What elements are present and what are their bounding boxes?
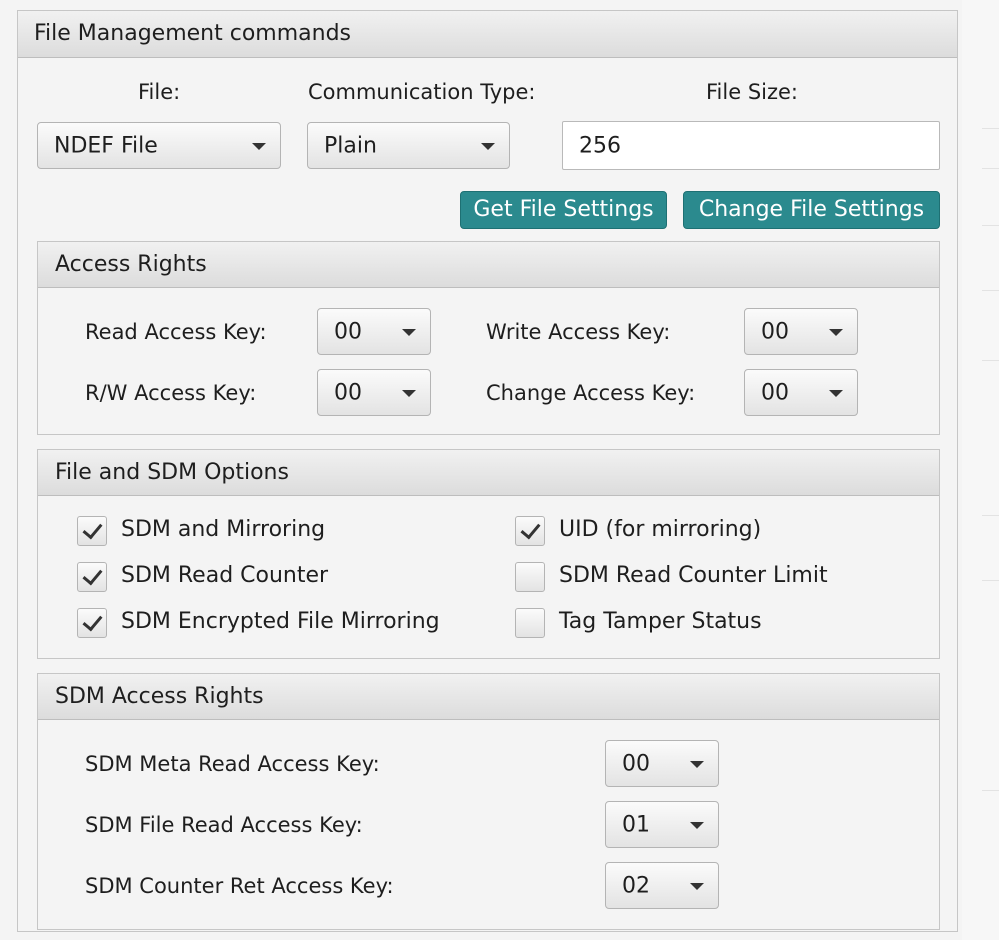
communication-type-select[interactable]: Plain: [307, 122, 510, 169]
read-access-key-select[interactable]: 00: [317, 308, 431, 355]
file-size-value: 256: [579, 133, 621, 158]
tag-tamper-status-label: Tag Tamper Status: [559, 609, 762, 634]
sdm-file-read-key-select[interactable]: 01: [605, 801, 719, 848]
chevron-down-icon: [690, 760, 704, 768]
sdm-meta-read-key-select[interactable]: 00: [605, 740, 719, 787]
sdm-and-mirroring-checkbox[interactable]: [77, 516, 107, 546]
checkmark-icon: [520, 518, 541, 540]
sdm-file-read-key-label: SDM File Read Access Key:: [85, 813, 363, 837]
chevron-down-icon: [402, 389, 416, 397]
sdm-access-rights-title: SDM Access Rights: [55, 684, 264, 709]
get-file-settings-button[interactable]: Get File Settings: [460, 191, 667, 229]
read-access-key-label: Read Access Key:: [85, 320, 267, 344]
write-access-key-select[interactable]: 00: [744, 308, 858, 355]
communication-type-label: Communication Type:: [308, 80, 536, 104]
sdm-options-header: File and SDM Options: [38, 450, 939, 496]
checkmark-icon: [82, 564, 103, 586]
sdm-meta-read-key-label: SDM Meta Read Access Key:: [85, 752, 380, 776]
checkmark-icon: [82, 610, 103, 632]
sdm-counter-ret-key-value: 02: [622, 873, 650, 898]
file-label: File:: [138, 80, 181, 104]
change-access-key-select[interactable]: 00: [744, 369, 858, 416]
chevron-down-icon: [829, 389, 843, 397]
file-size-label: File Size:: [706, 80, 798, 104]
sdm-meta-read-key-value: 00: [622, 751, 650, 776]
sdm-and-mirroring-label: SDM and Mirroring: [121, 517, 326, 542]
sdm-read-counter-limit-checkbox[interactable]: [515, 562, 545, 592]
uid-mirroring-checkbox[interactable]: [515, 516, 545, 546]
change-file-settings-button[interactable]: Change File Settings: [683, 191, 940, 229]
chevron-down-icon: [252, 142, 266, 150]
checkmark-icon: [82, 518, 103, 540]
write-access-key-label: Write Access Key:: [486, 320, 671, 344]
file-management-panel: File Management commands File: Communica…: [17, 10, 958, 932]
chevron-down-icon: [402, 328, 416, 336]
sdm-read-counter-limit-label: SDM Read Counter Limit: [559, 563, 828, 588]
write-access-key-value: 00: [761, 319, 789, 344]
file-select[interactable]: NDEF File: [37, 122, 281, 169]
sdm-options-title: File and SDM Options: [55, 460, 289, 485]
chevron-down-icon: [829, 328, 843, 336]
access-rights-section: Access Rights Read Access Key: 00 Write …: [37, 241, 940, 435]
change-access-key-value: 00: [761, 380, 789, 405]
communication-type-value: Plain: [324, 133, 377, 158]
file-size-input[interactable]: 256: [562, 121, 940, 170]
rw-access-key-select[interactable]: 00: [317, 369, 431, 416]
sdm-access-rights-section: SDM Access Rights SDM Meta Read Access K…: [37, 673, 940, 930]
sdm-access-rights-header: SDM Access Rights: [38, 674, 939, 720]
read-access-key-value: 00: [334, 319, 362, 344]
chevron-down-icon: [690, 882, 704, 890]
background-panel: [962, 0, 999, 940]
rw-access-key-value: 00: [334, 380, 362, 405]
sdm-file-read-key-value: 01: [622, 812, 650, 837]
sdm-read-counter-checkbox[interactable]: [77, 562, 107, 592]
change-access-key-label: Change Access Key:: [486, 381, 696, 405]
panel-title: File Management commands: [34, 21, 351, 46]
sdm-read-counter-label: SDM Read Counter: [121, 563, 329, 588]
sdm-counter-ret-key-select[interactable]: 02: [605, 862, 719, 909]
access-rights-header: Access Rights: [38, 242, 939, 288]
panel-title-bar: File Management commands: [18, 11, 957, 58]
sdm-encrypted-file-mirroring-label: SDM Encrypted File Mirroring: [121, 609, 440, 634]
sdm-encrypted-file-mirroring-checkbox[interactable]: [77, 608, 107, 638]
sdm-counter-ret-key-label: SDM Counter Ret Access Key:: [85, 874, 394, 898]
tag-tamper-status-checkbox[interactable]: [515, 608, 545, 638]
file-select-value: NDEF File: [54, 133, 158, 158]
uid-mirroring-label: UID (for mirroring): [559, 517, 762, 542]
sdm-options-section: File and SDM Options SDM and Mirroring S…: [37, 449, 940, 659]
access-rights-title: Access Rights: [55, 252, 207, 277]
rw-access-key-label: R/W Access Key:: [85, 381, 257, 405]
chevron-down-icon: [481, 142, 495, 150]
chevron-down-icon: [690, 821, 704, 829]
